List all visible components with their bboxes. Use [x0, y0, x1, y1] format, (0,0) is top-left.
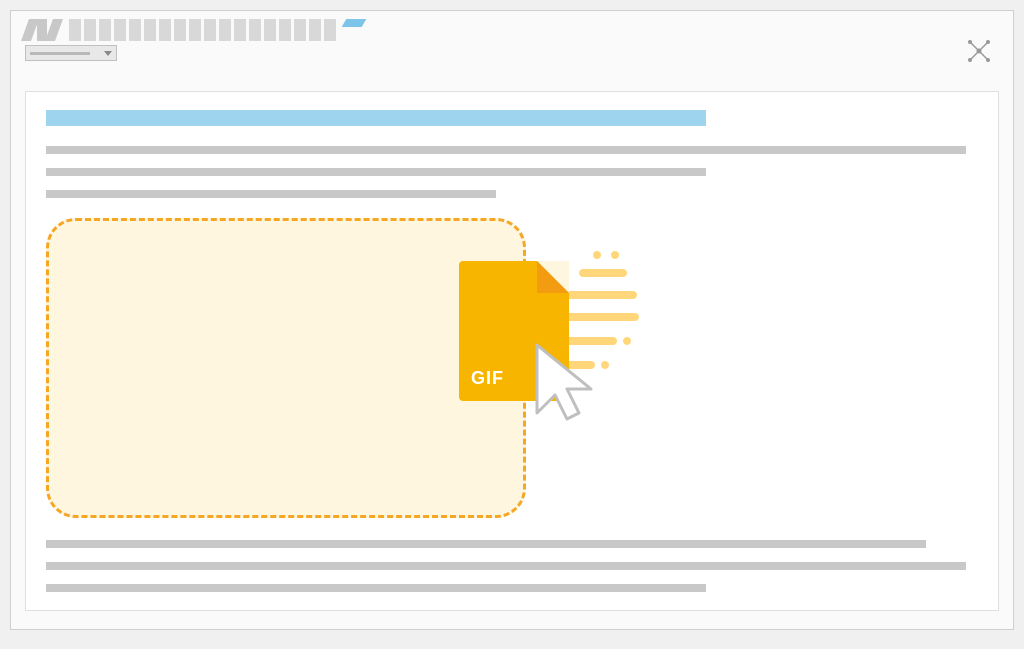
text-line	[46, 190, 496, 198]
expand-icon[interactable]	[967, 39, 991, 63]
text-line	[46, 540, 926, 548]
toolbar-accent	[342, 19, 367, 27]
toolbar-buttons[interactable]	[69, 19, 336, 41]
document-title-placeholder	[46, 110, 706, 126]
text-line	[46, 146, 966, 154]
editor-window: GIF	[10, 10, 1014, 630]
chevron-down-icon	[104, 51, 112, 56]
format-dropdown[interactable]	[25, 45, 117, 61]
dragged-file[interactable]: GIF	[459, 261, 679, 461]
text-line	[46, 584, 706, 592]
file-type-label: GIF	[471, 368, 504, 389]
cursor-icon	[529, 341, 609, 431]
text-line	[46, 168, 706, 176]
document-content: GIF	[25, 91, 999, 611]
media-dropzone[interactable]: GIF	[46, 218, 526, 518]
toolbar	[11, 11, 1013, 73]
text-line	[46, 562, 966, 570]
app-logo	[25, 19, 59, 41]
